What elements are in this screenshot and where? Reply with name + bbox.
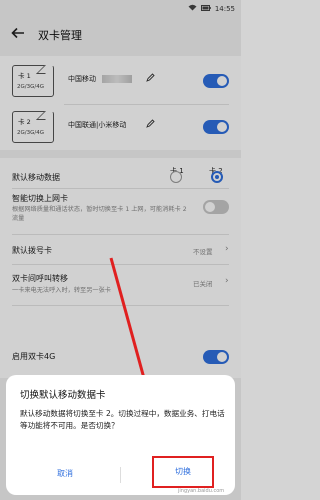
cancel-button[interactable]: 取消 xyxy=(24,463,106,485)
dialog-title: 切换默认移动数据卡 xyxy=(20,390,106,401)
confirm-switch-button[interactable]: 切换 xyxy=(152,456,214,488)
dialog-message: 默认移动数据将切换至卡 2。切换过程中，数据业务、打电话等功能将不可用。是否切换… xyxy=(20,409,225,430)
switch-data-dialog: 切换默认移动数据卡 默认移动数据将切换至卡 2。切换过程中，数据业务、打电话等功… xyxy=(6,375,235,495)
watermark: jingyan.baidu.com xyxy=(178,488,225,494)
button-divider xyxy=(120,467,121,483)
dual-sim-management-screen: 14:55 双卡管理 卡 1 2G/3G/4G 中国移动 卡 2 2G/3G/4… xyxy=(0,0,241,500)
